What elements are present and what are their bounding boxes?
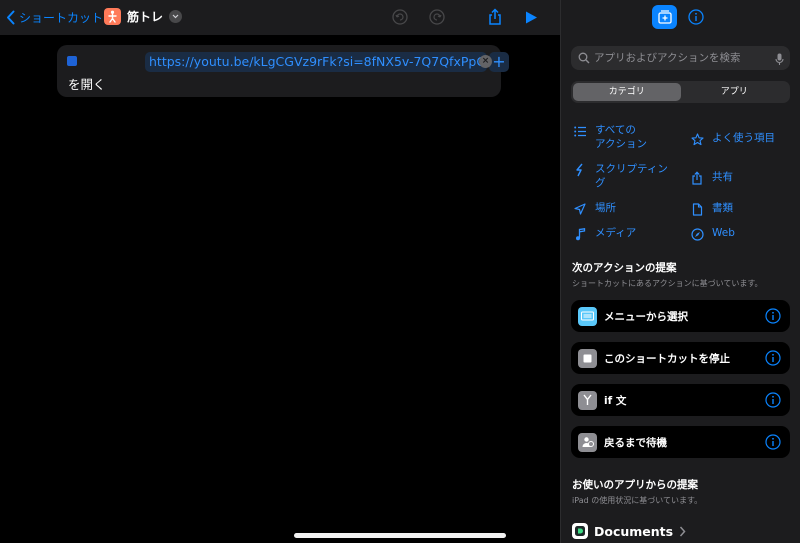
list-icon — [573, 124, 587, 138]
details-button[interactable] — [688, 9, 704, 29]
location-icon — [573, 202, 587, 216]
chevron-down-icon — [169, 10, 183, 23]
share-icon — [489, 8, 501, 25]
open-url-action[interactable]: https://youtu.be/kLgCGVz9rFk?si=8fNX5v-7… — [57, 45, 509, 97]
category-segmented-control: カテゴリ アプリ — [571, 81, 790, 103]
category-label: スクリプティン グ — [595, 163, 668, 189]
editor-toolbar: ショートカット 筋トレ — [0, 0, 560, 35]
back-button[interactable]: ショートカット — [6, 9, 103, 26]
document-icon — [690, 202, 704, 216]
category-favorites[interactable]: よく使う項目 — [690, 131, 775, 146]
documents-app-icon — [572, 523, 588, 539]
search-bar[interactable] — [571, 46, 790, 70]
app-suggestions-title: お使いのアプリからの提案 — [572, 479, 698, 491]
suggestion-label: メニューから選択 — [604, 310, 688, 323]
category-label: Web — [712, 227, 735, 239]
segment-categories[interactable]: カテゴリ — [573, 83, 681, 101]
share-icon — [690, 171, 704, 185]
wait-icon — [578, 432, 597, 452]
info-icon[interactable] — [765, 434, 781, 454]
stop-icon — [578, 348, 597, 368]
suggestion-if[interactable]: if 文 — [571, 384, 790, 416]
category-label: よく使う項目 — [712, 132, 775, 144]
redo-icon — [429, 9, 445, 25]
chevron-left-icon — [7, 10, 15, 25]
category-label: 場所 — [595, 202, 616, 214]
search-icon — [578, 52, 590, 64]
info-icon[interactable] — [765, 350, 781, 370]
category-media[interactable]: メディア — [573, 226, 636, 241]
play-icon — [526, 11, 537, 23]
microphone-icon[interactable] — [775, 51, 784, 70]
back-label: ショートカット — [19, 11, 104, 25]
shortcut-editor: ショートカット 筋トレ https://youtu.be/kLgCGVz9rFk… — [0, 0, 560, 543]
category-all-actions[interactable]: すべての アクション — [573, 123, 647, 151]
music-note-icon — [573, 227, 587, 241]
suggestion-label: 戻るまで待機 — [604, 436, 667, 449]
shortcut-title-menu[interactable]: 筋トレ — [104, 8, 183, 25]
menu-icon — [578, 306, 597, 326]
share-button[interactable] — [486, 8, 504, 26]
scripting-icon — [573, 163, 587, 177]
segment-apps[interactable]: アプリ — [681, 83, 789, 101]
action-library-panel: カテゴリ アプリ すべての アクション よく使う項目 スクリプティン グ — [560, 0, 800, 543]
category-label: 書類 — [712, 202, 733, 214]
info-icon — [688, 9, 704, 25]
category-label: すべての アクション — [595, 124, 647, 150]
action-library-button[interactable] — [652, 5, 677, 29]
app-window: ショートカット 筋トレ https://youtu.be/kLgCGVz9rFk… — [0, 0, 800, 543]
category-label: 共有 — [712, 171, 733, 183]
suggestion-wait-to-return[interactable]: 戻るまで待機 — [571, 426, 790, 458]
suggestion-choose-from-menu[interactable]: メニューから選択 — [571, 300, 790, 332]
branch-icon — [578, 390, 597, 410]
app-suggestions-subtitle: iPad の使用状況に基づいています。 — [572, 496, 703, 505]
documents-app-label: Documents — [594, 523, 674, 539]
redo-button[interactable] — [428, 8, 446, 26]
home-indicator[interactable] — [294, 533, 506, 538]
category-location[interactable]: 場所 — [573, 201, 616, 216]
url-text[interactable]: https://youtu.be/kLgCGVz9rFk?si=8fNX5v-7… — [149, 54, 486, 69]
info-icon[interactable] — [765, 308, 781, 328]
suggestion-stop-shortcut[interactable]: このショートカットを停止 — [571, 342, 790, 374]
info-icon[interactable] — [765, 392, 781, 412]
search-input[interactable] — [594, 52, 764, 64]
suggestion-label: このショートカットを停止 — [604, 352, 730, 365]
next-actions-subtitle: ショートカットにあるアクションに基づいています。 — [572, 279, 763, 288]
chevron-right-icon — [680, 526, 686, 536]
run-button[interactable] — [522, 8, 540, 26]
category-documents[interactable]: 書類 — [690, 201, 733, 216]
next-actions-title: 次のアクションの提案 — [572, 262, 677, 274]
undo-icon — [392, 9, 408, 25]
remove-action-button[interactable]: × — [479, 55, 492, 68]
open-label: を開く — [68, 77, 106, 92]
figure-icon — [108, 10, 117, 23]
category-sharing[interactable]: 共有 — [690, 170, 733, 185]
documents-app-row[interactable]: Documents — [572, 523, 686, 539]
shortcut-name: 筋トレ — [127, 10, 164, 24]
undo-button[interactable] — [391, 8, 409, 26]
category-label: メディア — [595, 227, 637, 239]
compass-icon — [690, 227, 704, 241]
library-add-icon — [657, 10, 672, 24]
suggestion-label: if 文 — [604, 394, 627, 407]
safari-app-icon — [67, 56, 77, 66]
panel-header — [561, 0, 800, 35]
category-web[interactable]: Web — [690, 226, 735, 241]
add-url-button[interactable]: + — [489, 52, 509, 72]
star-icon — [690, 132, 704, 146]
shortcut-icon — [104, 8, 121, 25]
category-scripting[interactable]: スクリプティン グ — [573, 162, 668, 190]
